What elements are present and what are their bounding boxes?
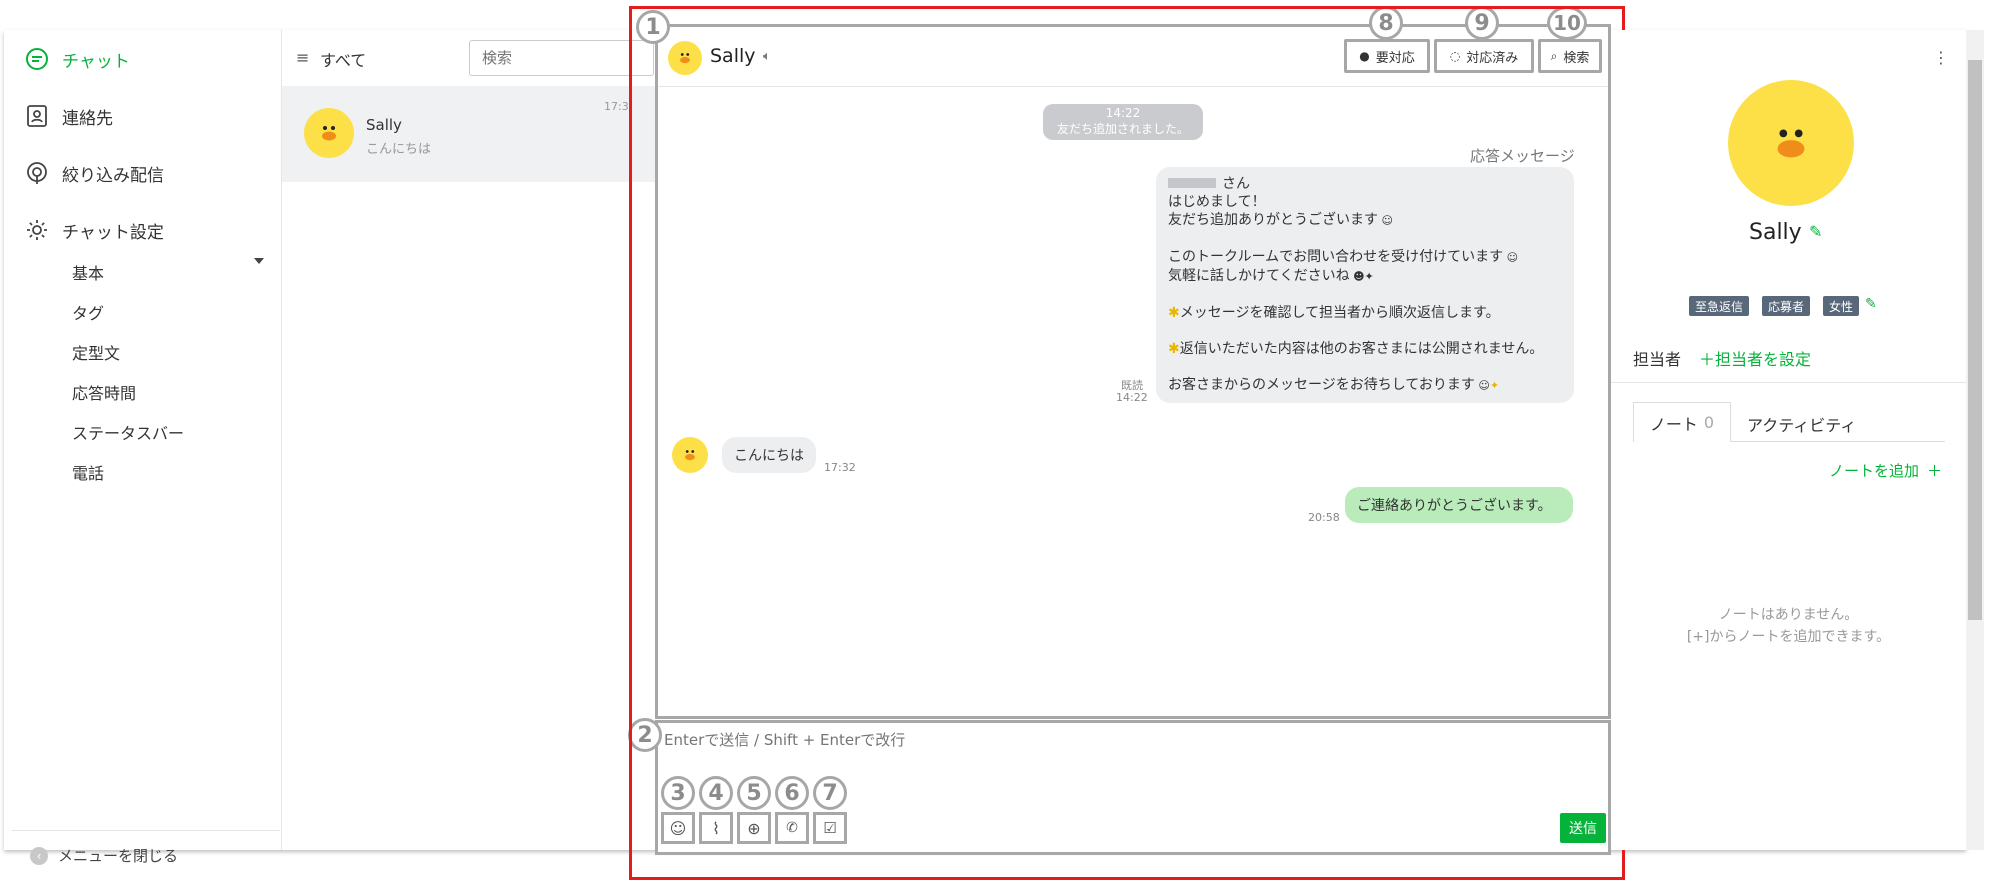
sidebar-item-broadcast[interactable]: 絞り込み配信 xyxy=(24,160,164,186)
search-input[interactable] xyxy=(469,40,654,76)
scrollbar[interactable] xyxy=(1966,30,1984,850)
sidebar-subitem-status-bar[interactable]: ステータスバー xyxy=(72,420,184,444)
tag-badge[interactable]: 至急返信 xyxy=(1689,296,1750,316)
sidebar-item-chat[interactable]: チャット xyxy=(24,46,130,72)
close-menu-label: メニューを閉じる xyxy=(58,847,179,865)
add-note-button[interactable]: ノートを追加 ＋ xyxy=(1829,460,1942,481)
divider xyxy=(1611,382,1966,383)
scrollbar-thumb[interactable] xyxy=(1968,60,1982,620)
sidebar-subitem-basic[interactable]: 基本 xyxy=(72,260,104,284)
more-icon[interactable]: ⋮ xyxy=(1933,48,1949,67)
sidebar-item-label: 連絡先 xyxy=(62,108,113,129)
highlight-frame xyxy=(629,6,1625,880)
tab-underline xyxy=(1731,441,1945,442)
sidebar-subitem-templates[interactable]: 定型文 xyxy=(72,340,120,364)
plus-icon: ＋ xyxy=(1927,462,1943,480)
avatar xyxy=(304,108,354,158)
sidebar-item-chat-settings[interactable]: チャット設定 xyxy=(24,217,164,243)
gear-icon xyxy=(24,217,50,243)
chevron-down-icon[interactable] xyxy=(254,258,264,264)
edit-name-icon[interactable]: ✎ xyxy=(1809,222,1822,241)
sidebar: チャット 連絡先 絞り込み配信 チャット設定 基本 タグ 定型文 応答時間 ステ… xyxy=(4,30,282,865)
contact-name: Sally xyxy=(366,116,402,134)
empty-line: [+]からノートを追加できます。 xyxy=(1686,629,1891,645)
sidebar-subitem-phone[interactable]: 電話 xyxy=(72,460,104,484)
sidebar-subitem-tags[interactable]: タグ xyxy=(72,300,104,324)
sidebar-item-label: チャット xyxy=(62,51,130,72)
tab-notes[interactable]: ノート 0 xyxy=(1633,402,1731,442)
close-menu-button[interactable]: ‹ メニューを閉じる xyxy=(12,830,280,880)
tag-badge[interactable]: 女性 xyxy=(1823,296,1860,316)
list-item[interactable]: Sally こんにちは 17:3 xyxy=(282,86,662,182)
assignee-label: 担当者 xyxy=(1633,350,1682,369)
message-time: 17:3 xyxy=(604,100,629,113)
tab-count: 0 xyxy=(1703,413,1715,432)
sidebar-subitem-response-hours[interactable]: 応答時間 xyxy=(72,380,136,404)
filter-label[interactable]: すべて xyxy=(320,47,366,71)
chevron-left-icon: ‹ xyxy=(30,846,48,865)
edit-tags-icon[interactable]: ✎ xyxy=(1865,296,1877,312)
broadcast-icon xyxy=(24,160,50,186)
add-note-label: ノートを追加 xyxy=(1829,462,1920,480)
message-preview: こんにちは xyxy=(366,142,432,157)
profile-avatar xyxy=(1728,80,1854,206)
empty-line: ノートはありません。 xyxy=(1718,607,1859,623)
empty-notes: ノートはありません。 [+]からノートを追加できます。 xyxy=(1611,604,1966,648)
assign-button[interactable]: ＋担当者を設定 xyxy=(1699,346,1811,370)
chat-icon xyxy=(24,46,50,72)
sidebar-item-label: 絞り込み配信 xyxy=(62,165,164,186)
profile-name: Sally xyxy=(1749,220,1802,245)
tag-badge[interactable]: 応募者 xyxy=(1762,296,1811,316)
profile-panel: ⋮ Sally ✎ 至急返信 応募者 女性 ✎ 担当者 ＋担当者を設定 ノート … xyxy=(1611,30,1966,850)
sidebar-item-contacts[interactable]: 連絡先 xyxy=(24,103,113,129)
tab-label: ノート xyxy=(1649,414,1698,434)
contacts-icon xyxy=(24,103,50,129)
sidebar-item-label: チャット設定 xyxy=(62,222,164,243)
chat-list-header: ≡ すべて xyxy=(282,30,662,86)
menu-icon[interactable]: ≡ xyxy=(296,48,309,67)
tab-activity[interactable]: アクティビティ xyxy=(1747,412,1856,436)
chat-list: ≡ すべて Sally こんにちは 17:3 xyxy=(282,30,662,850)
